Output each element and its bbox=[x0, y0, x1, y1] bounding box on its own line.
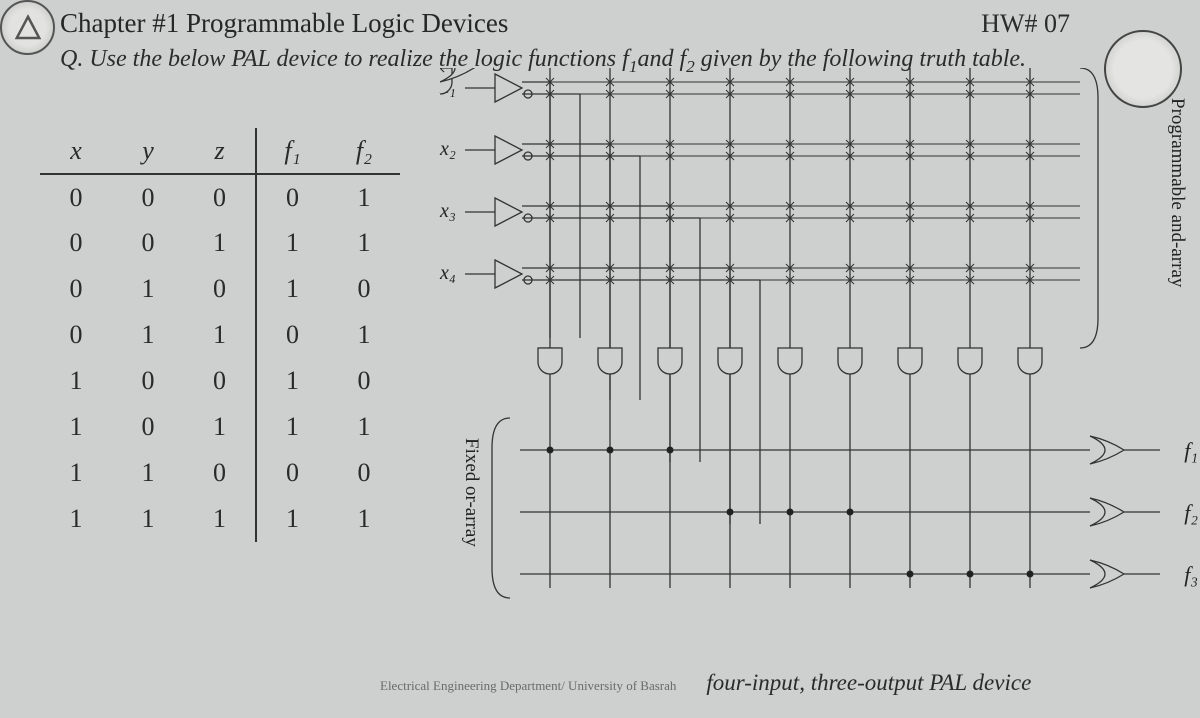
col-x: x bbox=[40, 128, 112, 174]
output-f3-label: f₃ bbox=[1184, 562, 1198, 588]
triangle-icon bbox=[13, 13, 43, 43]
col-y: y bbox=[112, 128, 184, 174]
output-f2-label: f₂ bbox=[1184, 500, 1198, 526]
table-row: 10111 bbox=[40, 404, 400, 450]
table-row: 11000 bbox=[40, 450, 400, 496]
col-f2: f₂ bbox=[328, 128, 400, 174]
truth-table: x y z f₁ f₂ 00001 00111 01010 01101 1001… bbox=[40, 128, 400, 542]
table-row: 10010 bbox=[40, 358, 400, 404]
col-z: z bbox=[184, 128, 256, 174]
col-f1: f₁ bbox=[256, 128, 328, 174]
pal-schematic-svg bbox=[440, 68, 1180, 608]
table-row: 11111 bbox=[40, 496, 400, 542]
table-row: 01010 bbox=[40, 266, 400, 312]
table-row: 01101 bbox=[40, 312, 400, 358]
table-body: 00001 00111 01010 01101 10010 10111 1100… bbox=[40, 174, 400, 542]
caption-row: Electrical Engineering Department/ Unive… bbox=[380, 670, 1180, 696]
table-header-row: x y z f₁ f₂ bbox=[40, 128, 400, 174]
figure-caption: four-input, three-output PAL device bbox=[706, 670, 1031, 696]
pal-diagram: x₁ x₂ x₃ x₄ f₁ f₂ f₃ Fixed or-array Prog… bbox=[440, 68, 1180, 628]
hw-number: HW# 07 bbox=[981, 9, 1070, 39]
left-logo bbox=[0, 0, 55, 55]
table-row: 00111 bbox=[40, 220, 400, 266]
department-text: Electrical Engineering Department/ Unive… bbox=[380, 678, 676, 694]
question-prefix: Q. bbox=[60, 46, 89, 72]
output-f1-label: f₁ bbox=[1184, 438, 1198, 464]
chapter-title: Chapter #1 Programmable Logic Devices bbox=[60, 8, 508, 39]
table-row: 00001 bbox=[40, 174, 400, 220]
